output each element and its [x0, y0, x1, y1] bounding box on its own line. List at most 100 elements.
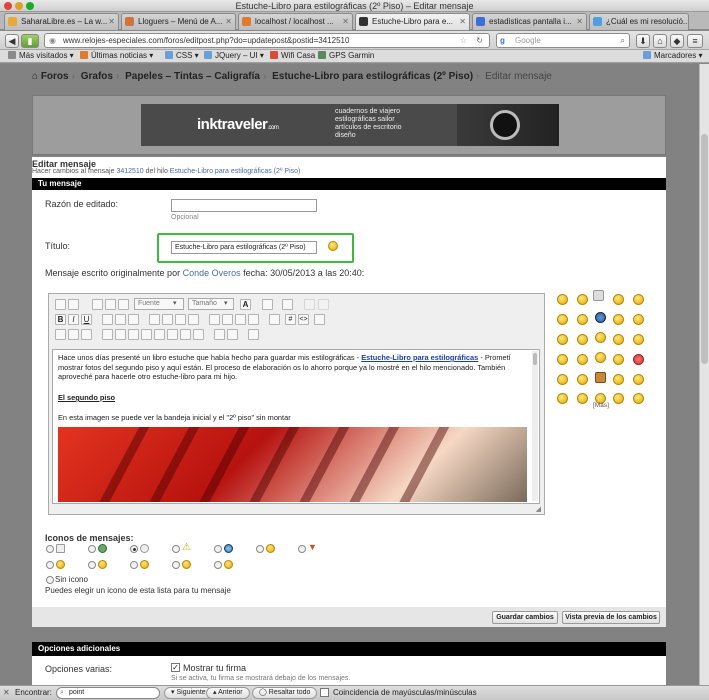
align-center-icon[interactable] [115, 314, 126, 325]
code-icon[interactable]: <> [298, 314, 309, 325]
font-color-icon[interactable]: A [240, 299, 251, 310]
bookmark-wifi[interactable]: Wifi Casa [270, 50, 315, 62]
close-tab-icon[interactable]: ✕ [342, 14, 349, 29]
link-icon[interactable] [209, 314, 220, 325]
sad-icon[interactable] [613, 334, 624, 345]
signature-checkbox[interactable]: ✓ [171, 663, 180, 672]
find-previous-button[interactable]: ▴ Anterior [206, 687, 250, 699]
bookmark-star-icon[interactable]: ☆ [460, 34, 467, 47]
table-merge-icon[interactable] [128, 329, 139, 340]
tab-5[interactable]: ¿Cuál es mi resolució... [589, 13, 689, 30]
cry-icon[interactable] [633, 334, 644, 345]
breadcrumb-papeles[interactable]: Papeles – Tintas – Caligrafía [125, 71, 260, 82]
pirate-icon[interactable] [613, 314, 624, 325]
resize-handle-icon[interactable]: ◢ [536, 505, 541, 513]
eek-icon[interactable] [613, 354, 624, 365]
home-page-button[interactable]: ⌂ [653, 34, 667, 48]
close-tab-icon[interactable]: ✕ [225, 14, 232, 29]
tab-2[interactable]: localhost / localhost ... ✕ [238, 13, 353, 30]
downloads-button[interactable]: ⬇ [636, 34, 650, 48]
ordered-list-icon[interactable] [149, 314, 160, 325]
italic-icon[interactable]: I [68, 314, 79, 325]
unordered-list-icon[interactable] [162, 314, 173, 325]
icon-radio-none[interactable] [46, 576, 54, 584]
icon-radio-2[interactable] [88, 545, 96, 553]
hash-icon[interactable]: # [285, 314, 296, 325]
razon-input[interactable] [171, 199, 317, 212]
bold-icon[interactable]: B [55, 314, 66, 325]
find-input[interactable]: ⌕ point [56, 687, 160, 699]
unlink-icon[interactable] [222, 314, 233, 325]
editor-scrollbar[interactable] [532, 351, 538, 501]
post-id-link[interactable]: 3412510 [116, 168, 143, 175]
angry-icon[interactable] [557, 334, 568, 345]
sign-smiley-icon[interactable] [593, 290, 604, 301]
dance-icon[interactable] [595, 352, 606, 363]
biggrin-icon[interactable] [613, 294, 624, 305]
smile-icon[interactable] [557, 294, 568, 305]
bookmark-jquery[interactable]: JQuery – UI ▾ [204, 50, 264, 62]
tab-4[interactable]: estadisticas pantalla i... ✕ [472, 13, 587, 30]
thread-reference-link[interactable]: Estuche-Libro para estilográficas [361, 353, 478, 362]
rolleyes-icon[interactable] [577, 374, 588, 385]
clap-icon[interactable] [613, 374, 624, 385]
table-split-icon[interactable] [141, 329, 152, 340]
author-link[interactable]: Conde Overos [183, 268, 241, 278]
grin-icon[interactable] [633, 294, 644, 305]
icon-radio-7[interactable] [298, 545, 306, 553]
insert-link-icon[interactable] [68, 299, 79, 310]
tab-3[interactable]: Estuche-Libro para e... ✕ [355, 13, 470, 30]
inktraveler-banner[interactable]: inktraveler.com cuadernos de viajero esti… [141, 104, 559, 146]
highlight-all-button[interactable]: ◯ Resaltar todo [252, 687, 318, 699]
scrollbar-thumb[interactable] [701, 134, 708, 364]
search-input[interactable]: g Google ⌕ [496, 33, 630, 48]
confused-icon[interactable] [577, 354, 588, 365]
cool-icon[interactable] [577, 314, 588, 325]
table-delete-icon[interactable] [115, 329, 126, 340]
attach-icon[interactable] [282, 299, 293, 310]
minimize-window-icon[interactable] [15, 2, 23, 10]
bookmark-latest-news[interactable]: Últimas noticias ▾ [80, 50, 153, 62]
home-button[interactable]: ▮ [21, 34, 39, 48]
cut-icon[interactable] [92, 299, 103, 310]
php-icon[interactable] [314, 314, 325, 325]
icon-radio-6[interactable] [256, 545, 264, 553]
close-tab-icon[interactable]: ✕ [108, 14, 115, 29]
page-scrollbar[interactable] [699, 64, 709, 685]
tongue-icon[interactable] [633, 314, 644, 325]
align-left-icon[interactable] [102, 314, 113, 325]
table-props-icon[interactable] [154, 329, 165, 340]
message-editor-area[interactable]: Hace unos días presenté un libro estuche… [52, 349, 540, 504]
table-border-icon[interactable] [214, 329, 225, 340]
icon-radio-9[interactable] [88, 561, 96, 569]
row-props-icon[interactable] [180, 329, 191, 340]
save-button[interactable]: Guardar cambios [492, 611, 558, 624]
remove-format-icon[interactable] [55, 299, 66, 310]
bookmark-css[interactable]: CSS ▾ [165, 50, 199, 62]
copy-icon[interactable] [105, 299, 116, 310]
search-icon[interactable]: ⌕ [621, 34, 625, 47]
yawn-icon[interactable] [577, 393, 588, 404]
thumbs-icon[interactable] [595, 332, 606, 343]
paste-icon[interactable] [118, 299, 129, 310]
beer-icon[interactable] [595, 372, 606, 383]
wink-icon[interactable] [577, 294, 588, 305]
close-tab-icon[interactable]: ✕ [576, 14, 583, 29]
bookmark-gps[interactable]: GPS Garmin [318, 50, 374, 62]
icon-radio-1[interactable] [46, 545, 54, 553]
alien-icon[interactable] [595, 312, 606, 323]
image-icon[interactable] [235, 314, 246, 325]
tab-1[interactable]: Lloguers – Menú de A... ✕ [121, 13, 236, 30]
quote-icon[interactable] [269, 314, 280, 325]
table-insert-icon[interactable] [102, 329, 113, 340]
shock-icon[interactable] [577, 334, 588, 345]
breadcrumb-foros[interactable]: Foros [41, 71, 69, 82]
table-row-icon[interactable] [68, 329, 79, 340]
outdent-icon[interactable] [175, 314, 186, 325]
hmm-icon[interactable] [557, 393, 568, 404]
icon-radio-12[interactable] [214, 561, 222, 569]
smiley-icon[interactable] [262, 299, 273, 310]
addon-button[interactable]: ◆ [670, 34, 684, 48]
nod-icon[interactable] [633, 374, 644, 385]
undo-icon[interactable] [304, 299, 315, 310]
